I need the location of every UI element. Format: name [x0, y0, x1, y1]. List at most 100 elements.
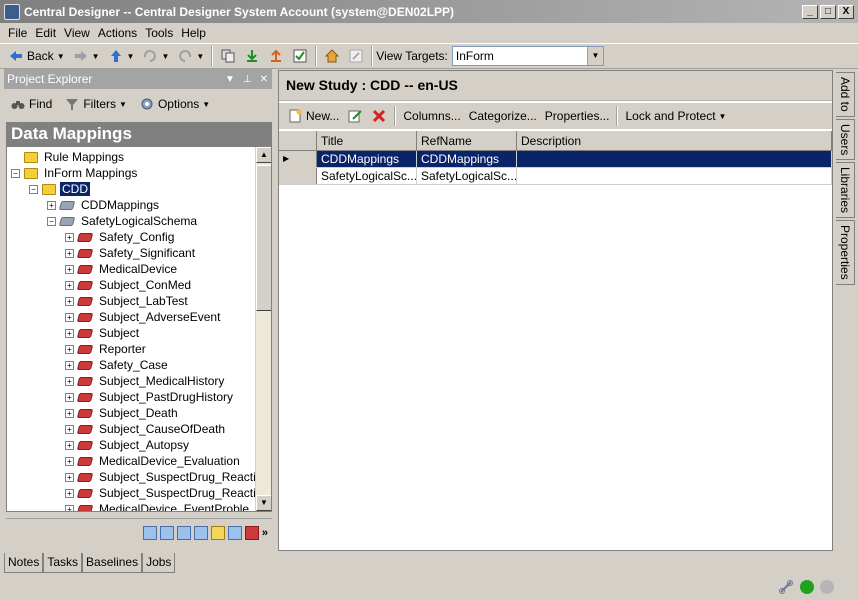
nav-icon[interactable]: [142, 525, 157, 540]
tree-node[interactable]: + Reporter: [7, 341, 257, 357]
menu-help[interactable]: Help: [177, 26, 210, 40]
tree-node[interactable]: + Subject_ConMed: [7, 277, 257, 293]
menu-file[interactable]: File: [4, 26, 31, 40]
tab-baselines[interactable]: Baselines: [82, 553, 143, 573]
history-forward-dropdown-icon[interactable]: ▼: [196, 52, 204, 61]
tree-node[interactable]: + Subject_Autopsy: [7, 437, 257, 453]
tree-node[interactable]: + Subject_SuspectDrug_Reacti: [7, 485, 257, 501]
collapse-icon[interactable]: −: [47, 216, 56, 226]
menu-actions[interactable]: Actions: [94, 26, 141, 40]
tree-node[interactable]: + Safety_Config: [7, 229, 257, 245]
nav-icon[interactable]: [159, 525, 174, 540]
row-selector[interactable]: [279, 168, 317, 184]
expand-icon[interactable]: +: [65, 488, 74, 498]
options-dropdown-icon[interactable]: ▼: [202, 100, 210, 109]
expand-icon[interactable]: +: [65, 472, 74, 482]
tree-node[interactable]: − CDD: [7, 181, 257, 197]
forward-dropdown-icon[interactable]: ▼: [92, 52, 100, 61]
history-back-dropdown-icon[interactable]: ▼: [161, 52, 169, 61]
expand-icon[interactable]: +: [65, 504, 74, 511]
tree-node[interactable]: − SafetyLogicalSchema: [7, 213, 257, 229]
tree-node[interactable]: + Subject_AdverseEvent: [7, 309, 257, 325]
expand-icon[interactable]: +: [65, 280, 74, 290]
tree-node[interactable]: + Subject_Death: [7, 405, 257, 421]
expand-icon[interactable]: +: [47, 200, 56, 210]
tab-tasks[interactable]: Tasks: [43, 553, 83, 573]
tab-jobs[interactable]: Jobs: [142, 553, 176, 573]
history-forward-button[interactable]: ▼: [173, 45, 208, 67]
columns-button[interactable]: Columns...: [399, 105, 464, 127]
copy-button[interactable]: [216, 45, 240, 67]
categorize-button[interactable]: Categorize...: [465, 105, 541, 127]
chevron-right-icon[interactable]: »: [262, 527, 268, 539]
chevron-down-icon[interactable]: ▼: [586, 47, 603, 65]
expand-icon[interactable]: +: [65, 264, 74, 274]
nav-icon[interactable]: [244, 525, 259, 540]
expand-icon[interactable]: +: [65, 328, 74, 338]
up-dropdown-icon[interactable]: ▼: [127, 52, 135, 61]
expand-icon[interactable]: +: [65, 424, 74, 434]
tree-node[interactable]: − InForm Mappings: [7, 165, 257, 181]
nav-icon[interactable]: [176, 525, 191, 540]
edit-disabled-button[interactable]: [344, 45, 368, 67]
filters-dropdown-icon[interactable]: ▼: [119, 100, 127, 109]
download-button[interactable]: [240, 45, 264, 67]
find-button[interactable]: Find: [4, 93, 58, 115]
tree-node[interactable]: + MedicalDevice: [7, 261, 257, 277]
tree-node[interactable]: + Subject_SuspectDrug_Reacti: [7, 469, 257, 485]
tab-notes[interactable]: Notes: [4, 553, 44, 573]
nav-icon[interactable]: [193, 525, 208, 540]
collapse-icon[interactable]: −: [29, 184, 38, 194]
lock-and-protect-button[interactable]: Lock and Protect ▼: [621, 105, 730, 127]
tree-scrollbar[interactable]: ▲ ▼: [255, 147, 271, 511]
expand-icon[interactable]: +: [65, 248, 74, 258]
column-header-title[interactable]: Title: [317, 131, 417, 150]
row-selector-icon[interactable]: ▶: [279, 151, 317, 167]
back-dropdown-icon[interactable]: ▼: [57, 52, 65, 61]
menu-view[interactable]: View: [60, 26, 94, 40]
delete-button[interactable]: [367, 105, 391, 127]
menu-tools[interactable]: Tools: [141, 26, 177, 40]
scroll-up-icon[interactable]: ▲: [256, 147, 271, 163]
tree-node[interactable]: + Safety_Significant: [7, 245, 257, 261]
expand-icon[interactable]: +: [65, 392, 74, 402]
expand-icon[interactable]: +: [65, 408, 74, 418]
column-header-refname[interactable]: RefName: [417, 131, 517, 150]
scroll-down-icon[interactable]: ▼: [256, 495, 271, 511]
nav-icon[interactable]: [210, 525, 225, 540]
home-button[interactable]: [320, 45, 344, 67]
tree-node[interactable]: Rule Mappings: [7, 149, 257, 165]
tree-node[interactable]: + MedicalDevice_Evaluation: [7, 453, 257, 469]
maximize-button[interactable]: □: [820, 4, 836, 19]
panel-dropdown-icon[interactable]: ▼: [225, 74, 235, 85]
options-button[interactable]: Options ▼: [133, 93, 216, 115]
new-button[interactable]: New...: [283, 105, 343, 127]
history-back-button[interactable]: ▼: [138, 45, 173, 67]
expand-icon[interactable]: +: [65, 456, 74, 466]
properties-button[interactable]: Properties...: [541, 105, 614, 127]
tree-node[interactable]: + Subject_MedicalHistory: [7, 373, 257, 389]
pin-icon[interactable]: ⊥: [243, 74, 252, 85]
table-row[interactable]: ▶ CDDMappings CDDMappings: [279, 151, 832, 168]
filters-button[interactable]: Filters ▼: [58, 93, 133, 115]
tree-node[interactable]: + Subject_PastDrugHistory: [7, 389, 257, 405]
checkin-button[interactable]: [288, 45, 312, 67]
expand-icon[interactable]: +: [65, 440, 74, 450]
column-header-description[interactable]: Description: [517, 131, 832, 150]
forward-button[interactable]: ▼: [69, 45, 104, 67]
tab-libraries[interactable]: Libraries: [836, 162, 855, 219]
tab-users[interactable]: Users: [836, 118, 855, 161]
view-targets-select[interactable]: InForm ▼: [451, 46, 604, 66]
lock-dropdown-icon[interactable]: ▼: [719, 112, 727, 121]
close-button[interactable]: X: [838, 4, 854, 19]
tab-add-to[interactable]: Add to: [836, 72, 855, 117]
scroll-thumb[interactable]: [256, 165, 271, 311]
tree-node[interactable]: + Subject_CauseOfDeath: [7, 421, 257, 437]
expand-icon[interactable]: +: [65, 296, 74, 306]
expand-icon[interactable]: +: [65, 312, 74, 322]
tab-properties[interactable]: Properties: [836, 220, 855, 285]
expand-icon[interactable]: +: [65, 360, 74, 370]
upload-button[interactable]: [264, 45, 288, 67]
expand-icon[interactable]: +: [65, 344, 74, 354]
expand-icon[interactable]: +: [65, 232, 74, 242]
